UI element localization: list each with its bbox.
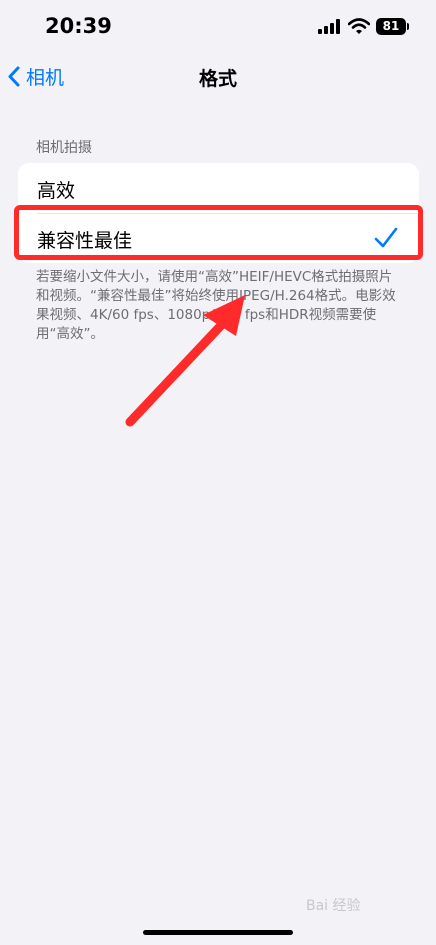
watermark: Bai 经验 (306, 898, 361, 914)
annotation-arrow-icon (125, 295, 245, 427)
home-indicator[interactable] (143, 930, 293, 935)
